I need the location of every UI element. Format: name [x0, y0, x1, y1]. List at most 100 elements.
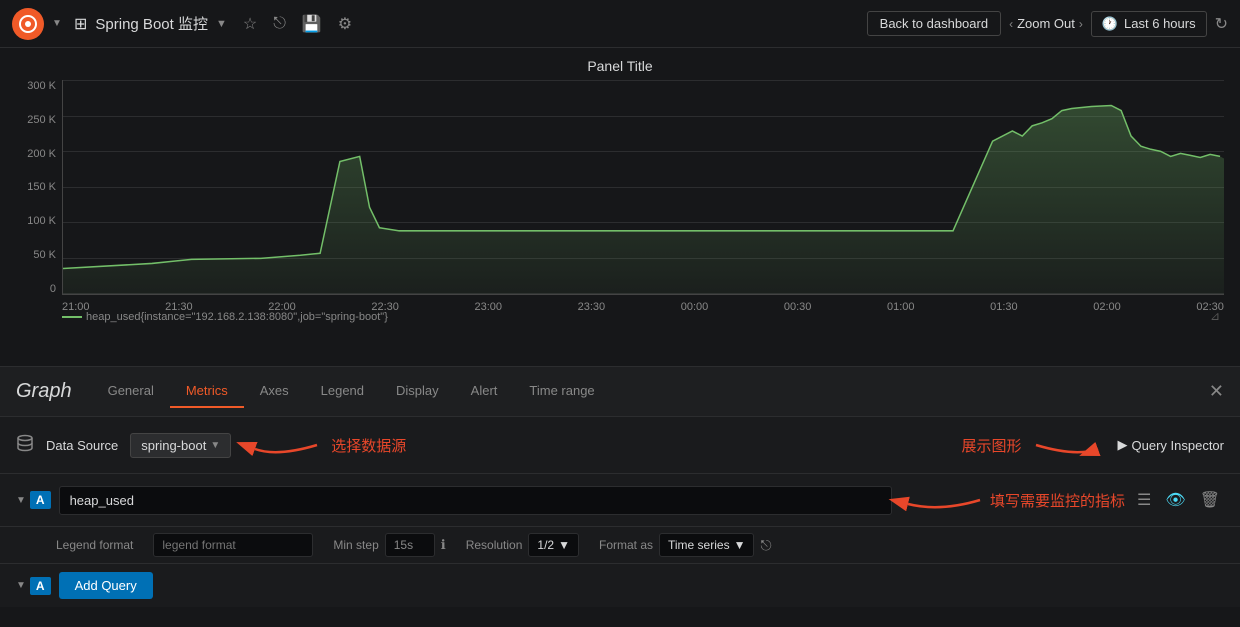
query-toggle-visibility-button[interactable]: 👁 [1161, 486, 1189, 514]
query-inspector-arrow: ▶ [1118, 437, 1128, 453]
query-inspector-button[interactable]: ▶ Query Inspector [1118, 437, 1225, 453]
add-query-button[interactable]: Add Query [59, 572, 153, 599]
logo-dropdown[interactable]: ▼ [48, 8, 66, 40]
x-label-0030: 00:30 [784, 301, 812, 313]
datasource-arrow-svg [247, 427, 327, 463]
format-as-select[interactable]: Time series ▼ [659, 533, 754, 557]
x-label-2300: 23:00 [475, 301, 503, 313]
dashboard-title: Spring Boot 监控 [95, 13, 208, 34]
legend-format-label: Legend format [56, 538, 133, 552]
back-to-dashboard-button[interactable]: Back to dashboard [867, 11, 1001, 36]
tab-legend[interactable]: Legend [305, 375, 380, 408]
zoom-out-label: Zoom Out [1017, 16, 1075, 31]
app-logo[interactable] [12, 8, 44, 40]
add-query-label-a: A [30, 577, 51, 595]
legend-label: heap_used{instance="192.168.2.138:8080",… [86, 311, 388, 323]
y-label-250k: 250 K [27, 114, 56, 126]
format-as-value: Time series [668, 538, 730, 552]
legend-format-input[interactable] [153, 533, 313, 557]
resolution-select[interactable]: 1/2 ▼ [528, 533, 579, 557]
metric-annotation: 填写需要监控的指标 [900, 482, 1125, 518]
resolution-label: Resolution [466, 538, 523, 552]
chart-inner [62, 80, 1224, 295]
query-inspector-annotation-text: 展示图形 [961, 435, 1021, 456]
add-query-toggle-arrow: ▼ [16, 580, 26, 591]
zoom-right-arrow[interactable]: › [1079, 17, 1083, 31]
legend-color-swatch [62, 316, 82, 318]
datasource-annotation: 选择数据源 [247, 427, 406, 463]
info-icon: ℹ [441, 537, 446, 553]
add-query-toggle: ▼ A [16, 577, 51, 595]
chart-title: Panel Title [16, 58, 1224, 74]
query-inspector-arrow-svg [1026, 427, 1106, 463]
star-button[interactable]: ☆ [243, 14, 257, 34]
tab-metrics[interactable]: Metrics [170, 375, 244, 408]
y-label-200k: 200 K [27, 148, 56, 160]
settings-button[interactable]: ⚙ [338, 14, 352, 34]
clock-icon: 🕐 [1102, 16, 1118, 32]
nav-icons: ☆ ⎋ 💾 ⚙ [243, 14, 352, 34]
dashboard-icon: ⊞ [74, 14, 87, 34]
editor-header: Graph General Metrics Axes Legend Displa… [0, 367, 1240, 416]
query-inspector-label: Query Inspector [1132, 438, 1225, 453]
y-axis: 300 K 250 K 200 K 150 K 100 K 50 K 0 [16, 80, 62, 295]
chart-legend: heap_used{instance="192.168.2.138:8080",… [62, 311, 388, 323]
y-label-150k: 150 K [27, 181, 56, 193]
metric-arrow-svg [900, 482, 990, 518]
datasource-label: Data Source [46, 438, 118, 453]
title-dropdown-arrow[interactable]: ▼ [216, 18, 227, 30]
y-label-300k: 300 K [27, 80, 56, 92]
nav-title-area: ⊞ Spring Boot 监控 ▼ [74, 13, 227, 34]
query-inspector-annotation: 展示图形 [961, 427, 1105, 463]
tab-general[interactable]: General [92, 375, 170, 408]
chart-area-fill [63, 105, 1224, 294]
datasource-select[interactable]: spring-boot ▼ [130, 433, 231, 458]
datasource-value: spring-boot [141, 438, 206, 453]
query-options-button[interactable]: ☰ [1133, 486, 1155, 514]
format-share-icon[interactable]: ⎋ [760, 537, 771, 554]
panel-editor: Graph General Metrics Axes Legend Displa… [0, 366, 1240, 607]
y-label-0: 0 [50, 283, 56, 295]
min-step-input[interactable] [385, 533, 435, 557]
zoom-left-arrow[interactable]: ‹ [1009, 17, 1013, 31]
datasource-annotation-text: 选择数据源 [331, 435, 406, 456]
format-as-group: Format as Time series ▼ ⎋ [599, 533, 772, 557]
chart-area: Panel Title 300 K 250 K 200 K 150 K 100 … [0, 48, 1240, 366]
format-as-label: Format as [599, 538, 653, 552]
time-range-button[interactable]: 🕐 Last 6 hours [1091, 11, 1207, 37]
min-step-label: Min step [333, 538, 378, 552]
editor-title: Graph [16, 380, 72, 403]
query-row-a: ▼ A 填写需要监控的指标 ☰ 👁 [0, 473, 1240, 526]
resolution-dropdown-arrow: ▼ [558, 538, 570, 552]
query-row-label-a: A [30, 491, 51, 509]
y-label-50k: 50 K [33, 249, 56, 261]
share-button[interactable]: ⎋ [273, 15, 286, 33]
query-row-actions: ☰ 👁 🗑 [1133, 486, 1224, 514]
resolution-value: 1/2 [537, 538, 554, 552]
legend-options-row: Legend format Min step ℹ Resolution 1/2 … [0, 526, 1240, 563]
resolution-group: Resolution 1/2 ▼ [466, 533, 579, 557]
database-icon [16, 434, 34, 457]
metric-input[interactable] [59, 486, 892, 515]
tab-axes[interactable]: Axes [244, 375, 305, 408]
query-bar: Data Source spring-boot ▼ 选择数据源 [0, 416, 1240, 473]
x-label-0130: 01:30 [990, 301, 1018, 313]
query-bar-container: Data Source spring-boot ▼ 选择数据源 [0, 416, 1240, 563]
editor-close-button[interactable]: ✕ [1209, 381, 1224, 402]
save-button[interactable]: 💾 [302, 14, 322, 34]
x-label-0100: 01:00 [887, 301, 915, 313]
time-range-label: Last 6 hours [1124, 16, 1196, 31]
toggle-arrow: ▼ [16, 495, 26, 506]
x-label-0000: 00:00 [681, 301, 709, 313]
query-delete-button[interactable]: 🗑 [1196, 486, 1224, 514]
tab-display[interactable]: Display [380, 375, 455, 408]
tab-time-range[interactable]: Time range [513, 375, 610, 408]
refresh-button[interactable]: ↻ [1215, 14, 1228, 34]
format-as-dropdown-arrow: ▼ [734, 538, 746, 552]
query-toggle[interactable]: ▼ A [16, 491, 51, 509]
chart-resize-handle[interactable]: ⊿ [1210, 309, 1220, 323]
nav-right: Back to dashboard ‹ Zoom Out › 🕐 Last 6 … [867, 11, 1228, 37]
metric-annotation-text: 填写需要监控的指标 [990, 490, 1125, 511]
tab-alert[interactable]: Alert [455, 375, 514, 408]
y-label-100k: 100 K [27, 215, 56, 227]
